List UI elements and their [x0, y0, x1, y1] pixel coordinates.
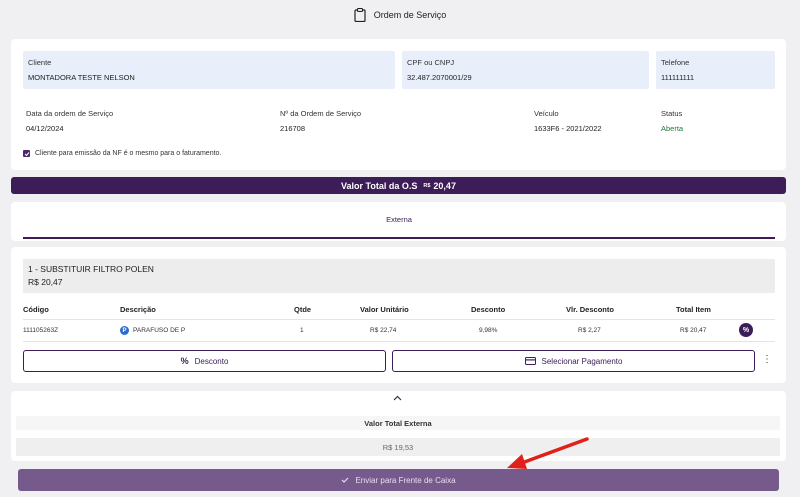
cell-desconto: 9,98%: [479, 327, 498, 334]
col-qtde: Qtde: [294, 305, 312, 314]
telefone-value: 111111111: [661, 73, 695, 82]
desconto-button-label: Desconto: [194, 356, 229, 366]
numero-value: 216708: [280, 124, 306, 133]
telefone-box: Telefone 111111111: [656, 51, 775, 89]
col-total-item: Total Item: [676, 305, 711, 314]
check-icon: [342, 477, 349, 483]
page-header: Ordem de Serviço: [0, 0, 800, 30]
col-valor-unitario: Valor Unitário: [360, 305, 409, 314]
percent-icon: %: [180, 356, 189, 366]
check-icon: [24, 151, 29, 156]
data-label: Data da ordem de Serviço: [26, 109, 114, 118]
service-title: 1 - SUBSTITUIR FILTRO POLEN: [28, 264, 154, 274]
row-divider: [23, 341, 775, 342]
col-vlr-desconto: Vlr. Desconto: [566, 305, 614, 314]
total-os-bar: Valor Total da O.S R$ 20,47: [11, 177, 786, 194]
summary-label: Valor Total Externa: [16, 416, 780, 430]
product-p-icon: P: [120, 326, 129, 335]
cliente-label: Cliente: [28, 58, 52, 67]
cell-valor-unitario: R$ 22,74: [370, 327, 397, 334]
clipboard-icon: [354, 8, 366, 22]
service-header: 1 - SUBSTITUIR FILTRO POLEN R$ 20,47: [23, 259, 775, 293]
service-items-card: 1 - SUBSTITUIR FILTRO POLEN R$ 20,47 Cód…: [11, 247, 786, 383]
veiculo-value: 1633F6 - 2021/2022: [534, 124, 602, 133]
cpf-label: CPF ou CNPJ: [407, 58, 455, 67]
numero-label: Nº da Ordem de Serviço: [280, 109, 362, 118]
selecionar-pagamento-button[interactable]: Selecionar Pagamento: [392, 350, 755, 372]
cell-descricao: P PARAFUSO DE P: [120, 326, 185, 335]
nf-checkbox-row[interactable]: Cliente para emissão da NF é o mesmo par…: [23, 150, 221, 157]
cell-vlr-desconto: R$ 2,27: [578, 327, 601, 334]
status-label: Status: [661, 109, 683, 118]
col-descricao: Descrição: [120, 305, 156, 314]
client-info-card: Cliente MONTADORA TESTE NELSON CPF ou CN…: [11, 39, 786, 170]
telefone-label: Telefone: [661, 58, 690, 67]
total-os-value: 20,47: [433, 180, 456, 191]
pagamento-button-label: Selecionar Pagamento: [541, 356, 623, 366]
cell-qtde: 1: [300, 327, 304, 334]
enviar-button-label: Enviar para Frente de Caixa: [355, 475, 456, 485]
summary-value: R$ 19,53: [16, 438, 780, 456]
total-os-currency: R$: [423, 182, 431, 189]
row-divider: [23, 319, 775, 320]
cell-total-item: R$ 20,47: [680, 327, 707, 334]
data-value: 04/12/2024: [26, 124, 64, 133]
enviar-frente-caixa-button[interactable]: Enviar para Frente de Caixa: [18, 469, 779, 491]
more-options-icon[interactable]: ⋮: [762, 354, 772, 365]
veiculo-field: Veículo 1633F6 - 2021/2022: [534, 109, 602, 133]
card-icon: [524, 357, 536, 365]
nf-checkbox[interactable]: [23, 150, 30, 157]
total-os-label: Valor Total da O.S: [341, 180, 418, 191]
desconto-button[interactable]: % Desconto: [23, 350, 386, 372]
cliente-value: MONTADORA TESTE NELSON: [28, 73, 135, 82]
summary-card: Valor Total Externa R$ 19,53: [11, 391, 786, 461]
chevron-up-icon[interactable]: [393, 395, 402, 401]
cpf-box: CPF ou CNPJ 32.487.2070001/29: [402, 51, 649, 89]
service-price: R$ 20,47: [28, 277, 63, 287]
tab-externa[interactable]: Externa: [23, 202, 775, 239]
status-field: Status Aberta: [661, 109, 683, 133]
cliente-box: Cliente MONTADORA TESTE NELSON: [23, 51, 395, 89]
status-value: Aberta: [661, 124, 684, 133]
page-title: Ordem de Serviço: [373, 10, 447, 20]
veiculo-label: Veículo: [534, 109, 559, 118]
cell-codigo: 11110526​3Z: [23, 327, 59, 334]
tabs-card: Externa: [11, 202, 786, 241]
data-field: Data da ordem de Serviço 04/12/2024: [26, 109, 113, 133]
col-desconto: Desconto: [471, 305, 506, 314]
nf-checkbox-label: Cliente para emissão da NF é o mesmo par…: [35, 150, 222, 157]
numero-field: Nº da Ordem de Serviço 216708: [280, 109, 361, 133]
col-codigo: Código: [23, 305, 49, 314]
cpf-value: 32.487.2070001/29: [407, 73, 472, 82]
percent-discount-icon[interactable]: %: [739, 323, 753, 337]
